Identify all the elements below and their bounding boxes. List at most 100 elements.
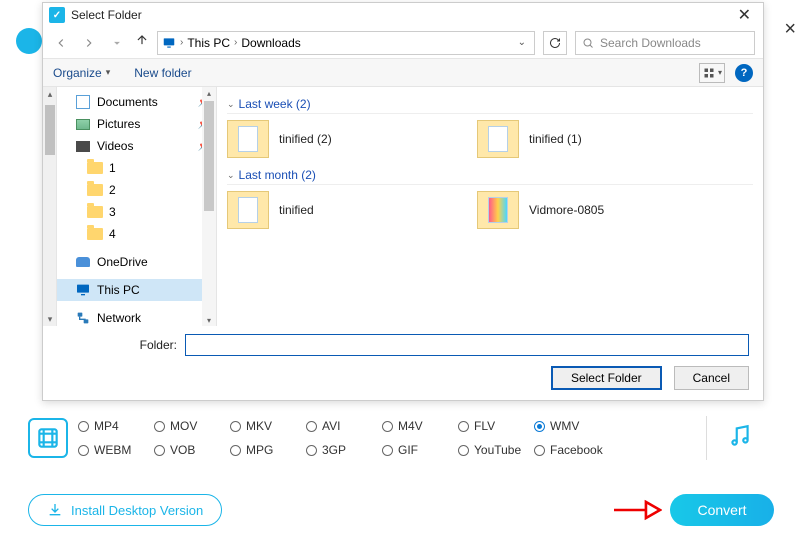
radio-icon	[382, 445, 393, 456]
format-label: VOB	[170, 443, 195, 457]
format-option-3gp[interactable]: 3GP	[306, 443, 382, 457]
tree-pictures[interactable]: Pictures📌	[57, 113, 216, 135]
format-option-webm[interactable]: WEBM	[78, 443, 154, 457]
format-option-avi[interactable]: AVI	[306, 419, 382, 433]
close-icon[interactable]: ✕	[732, 5, 757, 25]
organize-menu[interactable]: Organize▾	[53, 66, 110, 80]
format-label: MKV	[246, 419, 272, 433]
folder-tree: Documents📌 Pictures📌 Videos📌 1 2 3 4 One…	[57, 87, 217, 326]
chevron-down-icon: ▾	[106, 67, 111, 78]
new-folder-button[interactable]: New folder	[134, 66, 191, 80]
format-label: Facebook	[550, 443, 603, 457]
nav-up-icon[interactable]	[135, 33, 149, 52]
outer-close-icon[interactable]: ×	[784, 18, 796, 41]
format-option-mkv[interactable]: MKV	[230, 419, 306, 433]
tree-onedrive[interactable]: OneDrive	[57, 251, 216, 273]
breadcrumb-current[interactable]: Downloads	[241, 36, 300, 50]
radio-icon	[534, 421, 545, 432]
pc-icon	[162, 36, 176, 50]
format-label: MP4	[94, 419, 119, 433]
audio-format-icon[interactable]	[727, 423, 753, 454]
format-option-wmv[interactable]: WMV	[534, 419, 610, 433]
select-folder-button[interactable]: Select Folder	[551, 366, 662, 390]
tree-documents[interactable]: Documents📌	[57, 91, 216, 113]
format-label: MOV	[170, 419, 197, 433]
format-label: WMV	[550, 419, 579, 433]
folder-item[interactable]: tinified (2)	[227, 120, 437, 158]
format-option-gif[interactable]: GIF	[382, 443, 458, 457]
search-icon	[582, 37, 594, 49]
tree-network[interactable]: Network	[57, 307, 216, 326]
tree-scrollbar[interactable]: ▴▾	[202, 87, 216, 326]
format-option-youtube[interactable]: YouTube	[458, 443, 534, 457]
tree-folder-4[interactable]: 4	[57, 223, 216, 245]
left-scrollbar[interactable]: ▴ ▾	[43, 87, 57, 326]
tree-thispc[interactable]: This PC	[57, 279, 216, 301]
breadcrumb-root[interactable]: This PC	[187, 36, 230, 50]
radio-icon	[154, 421, 165, 432]
format-grid: MP4 MOV MKV AVI M4V FLV WMV WEBM VOB MPG 3GPGIF You…	[78, 414, 686, 462]
video-format-icon	[28, 418, 68, 458]
format-label: FLV	[474, 419, 495, 433]
format-label: YouTube	[474, 443, 521, 457]
group-last-week[interactable]: ⌄Last week (2)	[227, 97, 753, 114]
view-options-button[interactable]: ▾	[699, 63, 725, 83]
folder-name-input[interactable]	[185, 334, 749, 356]
radio-icon	[78, 421, 89, 432]
titlebar: ✓ Select Folder ✕	[43, 3, 763, 27]
cancel-button[interactable]: Cancel	[674, 366, 749, 390]
folder-icon	[87, 162, 103, 174]
folder-thumbnail	[227, 191, 269, 229]
tree-folder-2[interactable]: 2	[57, 179, 216, 201]
radio-icon	[458, 445, 469, 456]
tree-videos[interactable]: Videos📌	[57, 135, 216, 157]
radio-icon	[78, 445, 89, 456]
network-icon	[75, 310, 91, 326]
pictures-icon	[76, 119, 90, 130]
nav-forward-icon[interactable]	[79, 33, 99, 53]
format-label: MPG	[246, 443, 273, 457]
dialog-title: Select Folder	[71, 8, 732, 22]
search-placeholder: Search Downloads	[600, 36, 701, 50]
convert-button[interactable]: Convert	[670, 494, 774, 526]
radio-icon	[154, 445, 165, 456]
chevron-right-icon: ›	[180, 37, 183, 48]
format-option-facebook[interactable]: Facebook	[534, 443, 610, 457]
folder-item[interactable]: Vidmore-0805	[477, 191, 687, 229]
document-icon	[76, 95, 90, 109]
nav-recent-icon[interactable]	[107, 33, 127, 53]
help-icon[interactable]: ?	[735, 64, 753, 82]
format-label: M4V	[398, 419, 423, 433]
breadcrumb[interactable]: › This PC › Downloads ⌄	[157, 31, 535, 55]
scroll-up-icon[interactable]: ▴	[43, 87, 57, 101]
format-option-m4v[interactable]: M4V	[382, 419, 458, 433]
install-desktop-button[interactable]: Install Desktop Version	[28, 494, 222, 526]
format-selection: MP4 MOV MKV AVI M4V FLV WMV WEBM VOB MPG 3GPGIF You…	[28, 414, 770, 462]
red-arrow-annotation	[612, 496, 662, 524]
scroll-thumb[interactable]	[45, 105, 55, 155]
group-last-month[interactable]: ⌄Last month (2)	[227, 168, 753, 185]
folder-item[interactable]: tinified	[227, 191, 437, 229]
tree-scroll-thumb[interactable]	[204, 101, 214, 211]
tree-folder-1[interactable]: 1	[57, 157, 216, 179]
format-option-mp4[interactable]: MP4	[78, 419, 154, 433]
folder-icon	[87, 206, 103, 218]
folder-thumbnail	[477, 191, 519, 229]
chevron-right-icon: ›	[234, 37, 237, 48]
search-input[interactable]: Search Downloads	[575, 31, 755, 55]
breadcrumb-dropdown-icon[interactable]: ⌄	[518, 37, 530, 48]
tree-folder-3[interactable]: 3	[57, 201, 216, 223]
format-option-vob[interactable]: VOB	[154, 443, 230, 457]
radio-icon	[382, 421, 393, 432]
format-option-mov[interactable]: MOV	[154, 419, 230, 433]
format-option-flv[interactable]: FLV	[458, 419, 534, 433]
pc-icon	[75, 282, 91, 298]
refresh-button[interactable]	[543, 31, 567, 55]
folder-item[interactable]: tinified (1)	[477, 120, 687, 158]
folder-icon	[87, 228, 103, 240]
format-label: WEBM	[94, 443, 131, 457]
scroll-down-icon[interactable]: ▾	[43, 312, 57, 326]
nav-back-icon[interactable]	[51, 33, 71, 53]
format-option-mpg[interactable]: MPG	[230, 443, 306, 457]
folder-icon	[87, 184, 103, 196]
